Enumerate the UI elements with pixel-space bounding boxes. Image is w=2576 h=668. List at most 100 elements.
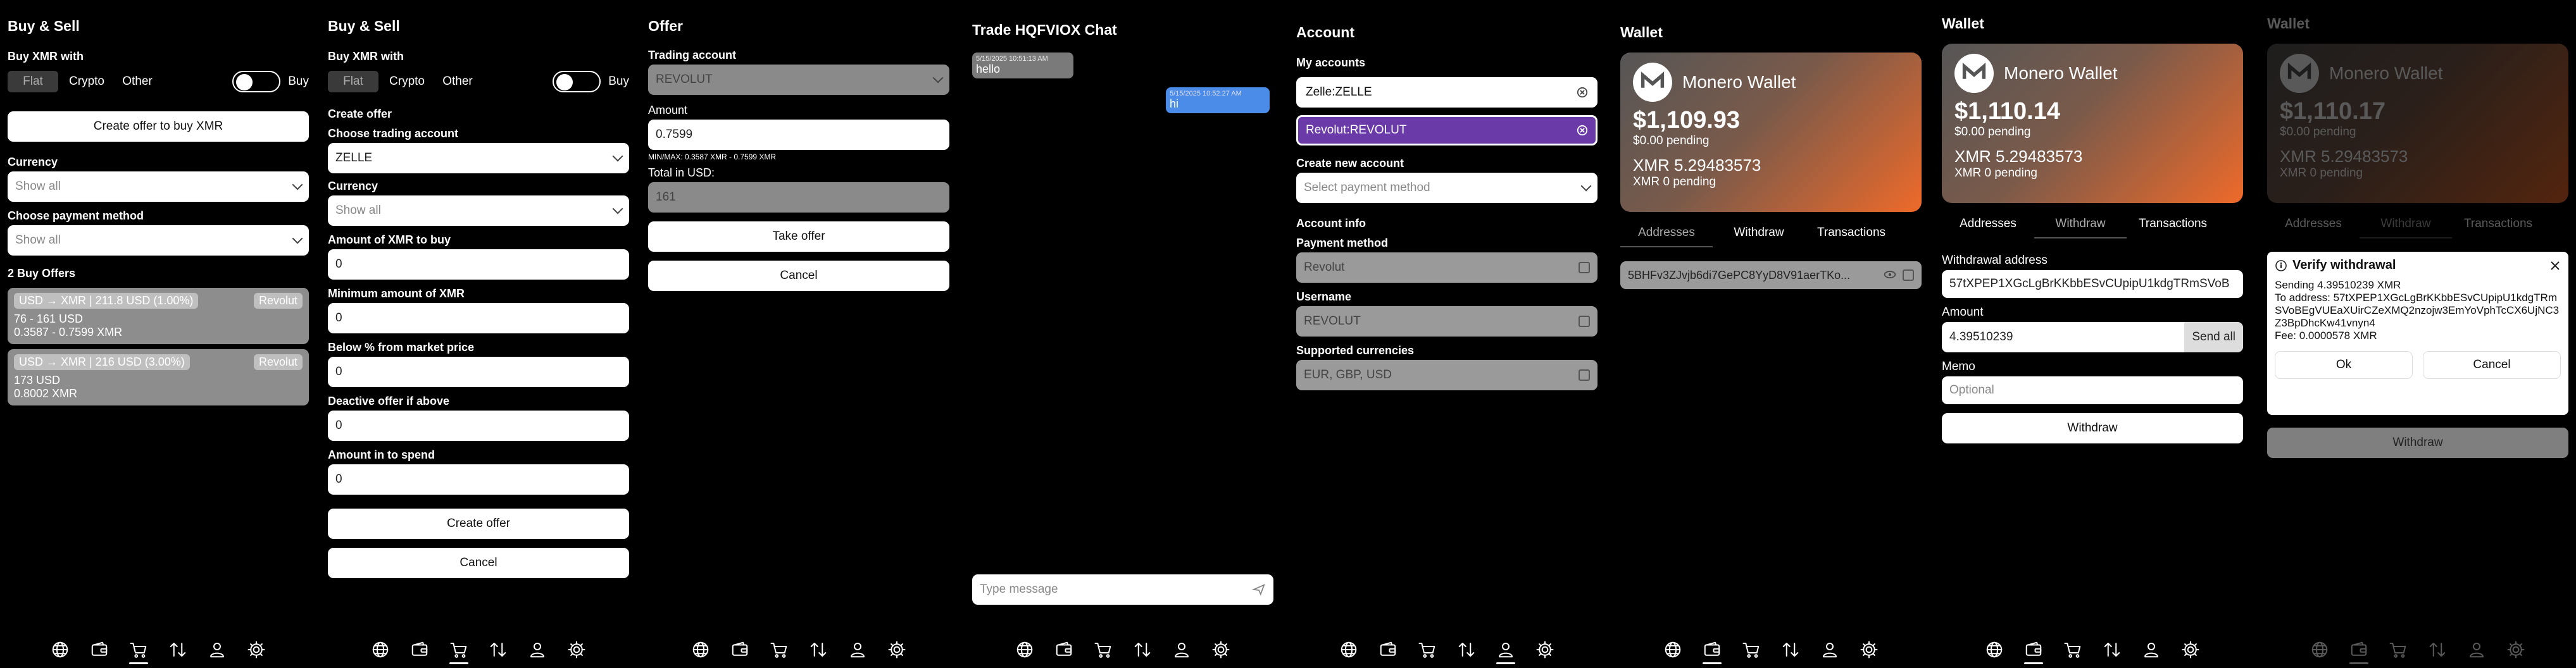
cart-icon[interactable] (1741, 639, 1762, 660)
user-icon[interactable] (527, 639, 548, 660)
cancel-button[interactable]: Cancel (648, 261, 949, 291)
globe-icon[interactable] (1014, 639, 1035, 660)
spend-input[interactable]: 0 (328, 464, 629, 495)
payment-method-select[interactable]: Show all (8, 225, 309, 256)
close-icon[interactable] (2549, 260, 2561, 271)
send-icon[interactable] (1252, 583, 1266, 597)
deactivate-input[interactable]: 0 (328, 411, 629, 441)
send-all-button[interactable]: Send all (2184, 322, 2243, 352)
close-circle-icon[interactable] (1577, 87, 1588, 98)
tab-transactions[interactable]: Transactions (1805, 226, 1898, 247)
cancel-button[interactable]: Cancel (2423, 351, 2561, 379)
payment-method-select[interactable]: Select payment method (1296, 173, 1597, 203)
account-item-zelle[interactable]: Zelle:ZELLE (1296, 77, 1597, 108)
swap-icon[interactable] (1132, 639, 1153, 660)
offer-card[interactable]: USD → XMR | 216 USD (3.00%) Revolut 173 U… (8, 349, 309, 405)
amount-input[interactable]: 4.39510239 Send all (1942, 322, 2243, 352)
address-row[interactable]: 5BHFv3ZJvjb6di7GePC8YyD8V91aerTKo... (1620, 261, 1922, 289)
message-input[interactable]: Type message (972, 574, 1273, 605)
globe-icon[interactable] (1662, 639, 1684, 660)
withdraw-button[interactable]: Withdraw (1942, 413, 2243, 443)
globe-icon[interactable] (370, 639, 391, 660)
gear-icon[interactable] (886, 639, 908, 660)
account-item-revolut[interactable]: Revolut:REVOLUT (1296, 115, 1597, 145)
tab-flat[interactable]: Flat (328, 71, 378, 92)
currency-select[interactable]: Show all (328, 195, 629, 226)
wallet-icon[interactable] (1377, 639, 1399, 660)
below-market-input[interactable]: 0 (328, 357, 629, 387)
gear-icon[interactable] (1210, 639, 1232, 660)
take-offer-button[interactable]: Take offer (648, 221, 949, 252)
cart-icon[interactable] (1416, 639, 1438, 660)
amount-input[interactable]: 0.7599 (648, 120, 949, 150)
amount-input[interactable]: 0 (328, 249, 629, 280)
gear-icon[interactable] (2180, 639, 2201, 660)
user-icon[interactable] (1171, 639, 1192, 660)
gear-icon[interactable] (566, 639, 587, 660)
globe-icon[interactable] (690, 639, 711, 660)
copy-icon[interactable] (1579, 316, 1590, 327)
currency-select[interactable]: Show all (8, 171, 309, 202)
tab-addresses[interactable]: Addresses (1620, 226, 1713, 247)
cart-icon[interactable] (2387, 639, 2409, 660)
gear-icon[interactable] (246, 639, 267, 660)
withdraw-button[interactable]: Withdraw (2267, 428, 2568, 458)
swap-icon[interactable] (2101, 639, 2123, 660)
tab-withdraw[interactable]: Withdraw (2034, 217, 2127, 238)
copy-icon[interactable] (1579, 262, 1590, 273)
buy-toggle[interactable] (232, 71, 281, 92)
globe-icon[interactable] (1984, 639, 2005, 660)
create-offer-button[interactable]: Create offer to buy XMR (8, 111, 309, 142)
tab-other[interactable]: Other (115, 71, 159, 92)
cart-icon[interactable] (2062, 639, 2084, 660)
user-icon[interactable] (847, 639, 868, 660)
user-icon[interactable] (1495, 639, 1516, 664)
wallet-icon[interactable] (2023, 639, 2044, 664)
cart-icon[interactable] (448, 639, 470, 664)
cancel-button[interactable]: Cancel (328, 548, 629, 578)
wallet-icon[interactable] (2348, 639, 2370, 664)
tab-withdraw[interactable]: Withdraw (2360, 217, 2452, 238)
globe-icon[interactable] (1338, 639, 1360, 660)
globe-icon[interactable] (49, 639, 71, 660)
withdrawal-address-input[interactable]: 57tXPEP1XGcLgBrKKbbESvCUpipU1kdgTRmSVoB (1942, 270, 2243, 298)
tab-transactions[interactable]: Transactions (2127, 217, 2219, 238)
tab-withdraw[interactable]: Withdraw (1713, 226, 1805, 247)
copy-icon[interactable] (1579, 369, 1590, 381)
wallet-icon[interactable] (409, 639, 430, 660)
user-icon[interactable] (1819, 639, 1841, 660)
wallet-icon[interactable] (729, 639, 751, 660)
memo-input[interactable]: Optional (1942, 376, 2243, 404)
gear-icon[interactable] (1858, 639, 1880, 660)
wallet-icon[interactable] (89, 639, 110, 660)
globe-icon[interactable] (2309, 639, 2330, 660)
tab-other[interactable]: Other (435, 71, 480, 92)
tab-addresses[interactable]: Addresses (2267, 217, 2360, 238)
wallet-icon[interactable] (1701, 639, 1723, 664)
cart-icon[interactable] (768, 639, 790, 660)
swap-icon[interactable] (167, 639, 189, 660)
offer-card[interactable]: USD → XMR | 211.8 USD (1.00%) Revolut 76 … (8, 288, 309, 344)
cart-icon[interactable] (128, 639, 149, 664)
gear-icon[interactable] (1534, 639, 1556, 660)
user-icon[interactable] (2141, 639, 2162, 660)
tab-addresses[interactable]: Addresses (1942, 217, 2034, 238)
buy-toggle[interactable] (553, 71, 601, 92)
min-amount-input[interactable]: 0 (328, 303, 629, 333)
cart-icon[interactable] (1092, 639, 1114, 660)
swap-icon[interactable] (487, 639, 509, 660)
swap-icon[interactable] (2427, 639, 2448, 660)
tab-crypto[interactable]: Crypto (58, 71, 115, 92)
trading-account-select[interactable]: ZELLE (328, 143, 629, 173)
copy-icon[interactable] (1903, 269, 1914, 281)
eye-icon[interactable] (1884, 269, 1896, 280)
user-icon[interactable] (206, 639, 228, 660)
ok-button[interactable]: Ok (2275, 351, 2413, 379)
tab-transactions[interactable]: Transactions (2452, 217, 2544, 238)
swap-icon[interactable] (1780, 639, 1801, 660)
swap-icon[interactable] (808, 639, 829, 660)
swap-icon[interactable] (1456, 639, 1477, 660)
gear-icon[interactable] (2505, 639, 2527, 660)
create-offer-button[interactable]: Create offer (328, 509, 629, 539)
tab-flat[interactable]: Flat (8, 71, 58, 92)
